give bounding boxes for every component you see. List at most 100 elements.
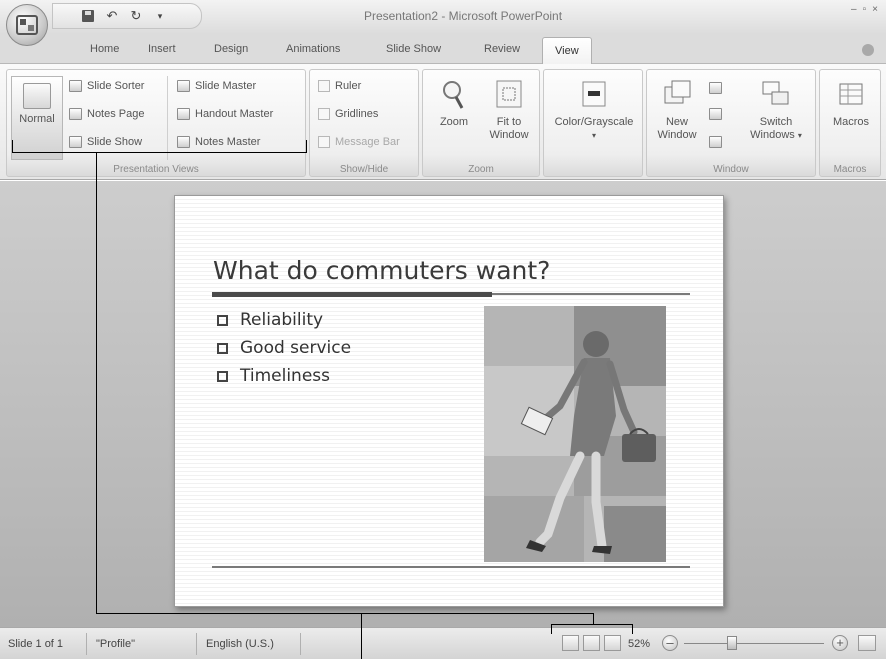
callout-bracket-status-right [632, 624, 633, 634]
tab-slide-show[interactable]: Slide Show [386, 43, 441, 55]
slide-canvas[interactable]: What do commuters want? Reliability Good… [174, 195, 724, 607]
ruler-checkbox-box [318, 80, 330, 92]
magnifier-icon [443, 81, 464, 109]
office-button[interactable] [6, 4, 48, 46]
notes-page-icon [69, 108, 82, 120]
message-bar-checkbox: Message Bar [318, 136, 400, 148]
tab-design[interactable]: Design [214, 43, 248, 55]
group-color-grayscale: Color/Grayscale ▾ [543, 69, 643, 177]
slide-master-button[interactable]: Slide Master [177, 80, 256, 92]
zoom-button[interactable]: Zoom [431, 78, 477, 129]
gridlines-checkbox-box [318, 108, 330, 120]
color-grayscale-label: Color/Grayscale [554, 116, 634, 128]
macros-button[interactable]: Macros [824, 78, 878, 129]
title-bar: ↶ ↻ ▾ Presentation2 - Microsoft PowerPoi… [0, 0, 886, 34]
notes-master-icon [177, 136, 190, 148]
window-controls: – ▫ × [851, 4, 878, 15]
bullet-text: Reliability [240, 310, 324, 330]
bullet-list[interactable]: Reliability Good service Timeliness [217, 306, 351, 390]
callout-bracket-status [551, 624, 633, 625]
group-label-window: Window [713, 164, 749, 175]
plus-icon[interactable]: + [832, 635, 848, 651]
fit-label-line2: Window [489, 129, 529, 141]
minimize-icon[interactable]: – [851, 4, 857, 15]
checkbox-bullet-icon [217, 370, 228, 382]
gridlines-label: Gridlines [335, 108, 379, 120]
notes-master-label: Notes Master [195, 136, 261, 148]
tab-insert[interactable]: Insert [148, 43, 176, 55]
color-grayscale-button[interactable]: Color/Grayscale ▾ [548, 78, 640, 142]
slide-sorter-label: Slide Sorter [87, 80, 145, 92]
slide-bottom-rule [212, 566, 690, 568]
group-label-zoom: Zoom [468, 164, 494, 175]
handout-master-button[interactable]: Handout Master [177, 108, 273, 120]
handout-master-icon [177, 108, 190, 120]
bullet-item: Timeliness [217, 362, 351, 390]
ribbon-tabs: Home Insert Design Animations Slide Show… [0, 34, 886, 65]
fit-to-window-button[interactable]: Fit to Window [483, 78, 535, 142]
slide-show-label: Slide Show [87, 136, 143, 148]
slide-sorter-button[interactable]: Slide Sorter [69, 80, 144, 92]
ruler-checkbox[interactable]: Ruler [318, 80, 361, 92]
bullet-item: Reliability [217, 306, 351, 334]
group-label-show-hide: Show/Hide [339, 164, 389, 175]
divider [167, 76, 168, 160]
zoom-slider-thumb[interactable] [727, 636, 737, 650]
cascade-icon[interactable] [709, 108, 722, 120]
group-zoom: Zoom Fit to Window Zoom [422, 69, 540, 177]
move-split-icon[interactable] [709, 136, 722, 148]
slide-show-button[interactable]: Slide Show [69, 136, 142, 148]
arrange-all-icon[interactable] [709, 82, 722, 94]
tab-home[interactable]: Home [90, 43, 119, 55]
normal-label: Normal [19, 113, 55, 125]
normal-view-icon [23, 83, 51, 109]
slide-title[interactable]: What do commuters want? [213, 256, 550, 285]
tab-animations[interactable]: Animations [286, 43, 340, 55]
slide-sorter-icon [69, 80, 82, 92]
minus-icon[interactable]: – [662, 635, 678, 651]
group-label-macros: Macros [833, 164, 867, 175]
close-icon[interactable]: × [872, 4, 878, 15]
group-presentation-views: Normal Slide Sorter Notes Page Slide Sho… [6, 69, 306, 177]
title-underline [212, 292, 492, 297]
slide-count: Slide 1 of 1 [8, 638, 64, 650]
switch-windows-button[interactable]: Switch Windows ▾ [739, 78, 813, 142]
callout-horizontal [96, 613, 594, 614]
slide-master-label: Slide Master [195, 80, 257, 92]
normal-view-button[interactable]: Normal [11, 76, 63, 160]
fit-window-icon[interactable] [858, 635, 876, 651]
notes-master-button[interactable]: Notes Master [177, 136, 260, 148]
macros-icon [839, 83, 863, 105]
office-logo-icon [16, 15, 38, 35]
zoom-level[interactable]: 52% [628, 638, 650, 650]
tab-view[interactable]: View [542, 37, 592, 65]
slide-show-icon [69, 136, 82, 148]
tab-review[interactable]: Review [484, 43, 520, 55]
commuter-clipart[interactable] [484, 306, 666, 562]
chevron-down-icon: ▾ [797, 131, 802, 140]
zoom-slider-track[interactable] [684, 643, 824, 644]
slide-show-icon[interactable] [604, 635, 621, 651]
new-window-label-line2: Window [657, 129, 697, 141]
new-window-icon [664, 80, 691, 104]
group-window: New Window Switch Windows ▾ Window [646, 69, 816, 177]
language-indicator[interactable]: English (U.S.) [206, 638, 274, 650]
gridlines-checkbox[interactable]: Gridlines [318, 108, 378, 120]
color-grayscale-icon [582, 81, 606, 107]
help-icon[interactable] [862, 44, 874, 56]
notes-page-button[interactable]: Notes Page [69, 108, 144, 120]
normal-view-icon[interactable] [562, 635, 579, 651]
message-bar-label: Message Bar [335, 136, 400, 148]
callout-bracket-left [12, 140, 13, 153]
message-bar-checkbox-box [318, 136, 330, 148]
callout-vertical-bottom [361, 614, 362, 659]
theme-name[interactable]: "Profile" [96, 638, 135, 650]
status-bar: Slide 1 of 1 "Profile" English (U.S.) 52… [0, 627, 886, 659]
bullet-text: Good service [240, 338, 352, 358]
slide-sorter-icon[interactable] [583, 635, 600, 651]
divider [300, 633, 301, 655]
checkbox-bullet-icon [217, 314, 228, 326]
notes-page-label: Notes Page [87, 108, 145, 120]
new-window-button[interactable]: New Window [651, 78, 703, 142]
maximize-icon[interactable]: ▫ [863, 4, 867, 15]
